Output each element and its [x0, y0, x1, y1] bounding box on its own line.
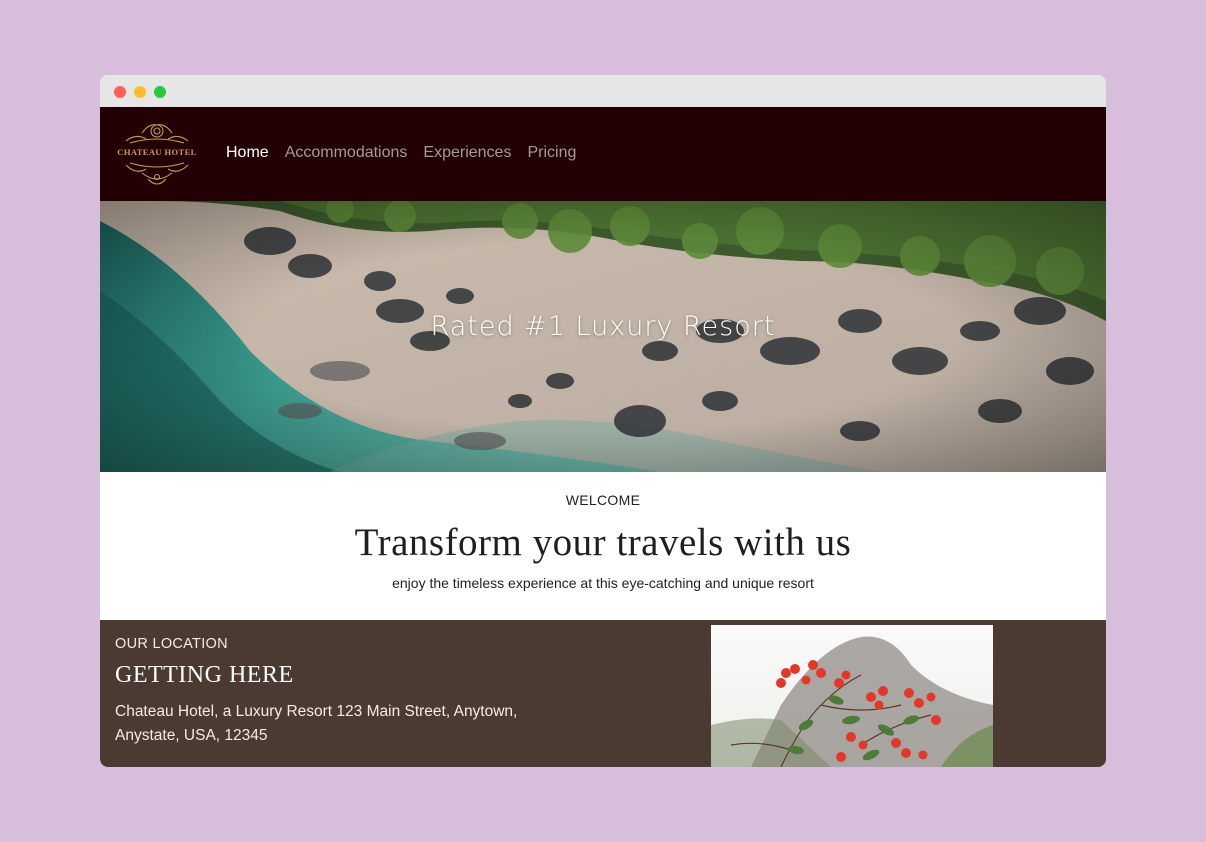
browser-window: CHATEAU HOTEL Home Accommodations Experi… — [100, 75, 1106, 767]
minimize-window-button[interactable] — [134, 86, 146, 98]
main-nav: Home Accommodations Experiences Pricing — [226, 144, 576, 162]
flowers-mountain-image — [711, 625, 993, 767]
nav-item-pricing[interactable]: Pricing — [527, 144, 576, 162]
location-address: Chateau Hotel, a Luxury Resort 123 Main … — [115, 703, 518, 744]
nav-item-home[interactable]: Home — [226, 144, 269, 162]
window-titlebar — [100, 75, 1106, 107]
logo-wordmark: CHATEAU HOTEL — [117, 147, 197, 157]
welcome-subtitle: enjoy the timeless experience at this ey… — [392, 575, 814, 591]
hotel-logo[interactable]: CHATEAU HOTEL — [112, 119, 202, 189]
flower-photo-icon — [711, 625, 993, 767]
location-eyebrow: OUR LOCATION — [115, 636, 228, 652]
hero-title: Rated #1 Luxury Resort — [430, 311, 776, 342]
hero-banner: Rated #1 Luxury Resort — [100, 201, 1106, 472]
welcome-eyebrow: WELCOME — [565, 492, 641, 508]
nav-item-accommodations[interactable]: Accommodations — [285, 144, 408, 162]
location-title: GETTING HERE — [115, 662, 294, 688]
maximize-window-button[interactable] — [154, 86, 166, 98]
nav-item-experiences[interactable]: Experiences — [423, 144, 511, 162]
site-navbar: CHATEAU HOTEL Home Accommodations Experi… — [100, 107, 1106, 201]
location-section: OUR LOCATION GETTING HERE Chateau Hotel,… — [100, 620, 1106, 767]
welcome-title: Transform your travels with us — [354, 521, 852, 564]
close-window-button[interactable] — [114, 86, 126, 98]
welcome-section: WELCOME Transform your travels with us e… — [100, 472, 1106, 620]
